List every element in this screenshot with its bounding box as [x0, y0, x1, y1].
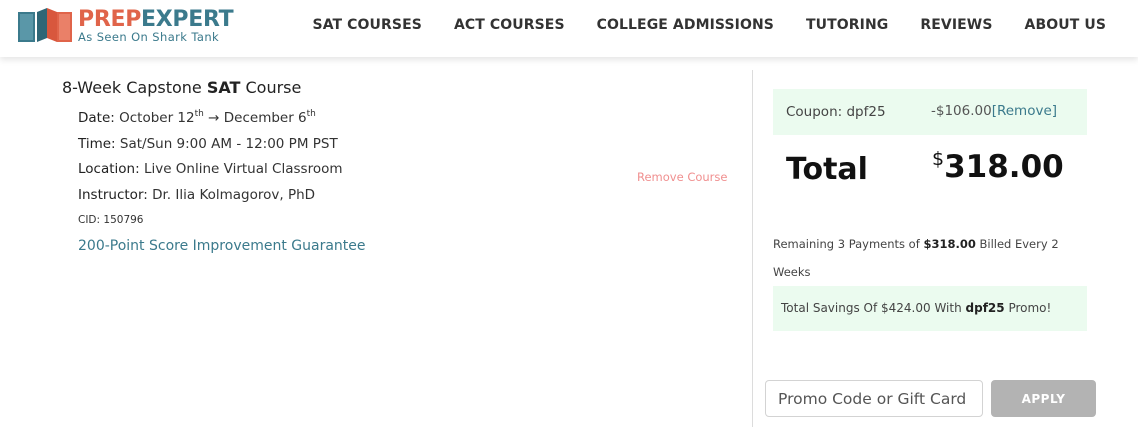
- column-divider: [752, 70, 753, 427]
- apply-button[interactable]: APPLY: [991, 380, 1096, 417]
- prepexpert-logo[interactable]: PREPEXPERT As Seen On Shark Tank: [17, 6, 237, 46]
- nav-about-us[interactable]: ABOUT US: [1025, 17, 1106, 33]
- nav-reviews[interactable]: REVIEWS: [920, 17, 992, 33]
- coupon-amount-row: -$106.00[Remove]: [931, 103, 1057, 119]
- payment-schedule: Remaining 3 Payments of $318.00 Billed E…: [773, 237, 1059, 279]
- course-date: Date: October 12th → December 6th: [78, 109, 316, 127]
- coupon-applied: Coupon: dpf25 -$106.00[Remove]: [773, 89, 1087, 135]
- brand-wordmark: PREPEXPERT: [78, 7, 234, 32]
- course-instructor: Instructor: Dr. Ilia Kolmagorov, PhD: [78, 186, 316, 203]
- course-time: Time: Sat/Sun 9:00 AM - 12:00 PM PST: [78, 135, 338, 152]
- main-nav: SAT COURSES ACT COURSES COLLEGE ADMISSIO…: [281, 17, 1106, 33]
- coupon-amount: -$106.00: [931, 103, 992, 119]
- coupon-label: Coupon: dpf25: [786, 104, 886, 120]
- total-label: Total: [786, 152, 868, 187]
- total-value: $318.00: [932, 148, 1064, 185]
- course-details: 8-Week Capstone SAT Course Date: October…: [62, 78, 742, 259]
- guarantee-link[interactable]: 200-Point Score Improvement Guarantee: [78, 233, 742, 259]
- remove-course-link[interactable]: Remove Course: [637, 170, 727, 184]
- course-title: 8-Week Capstone SAT Course: [62, 78, 302, 97]
- nav-tutoring[interactable]: TUTORING: [806, 17, 888, 33]
- coupon-remove-link[interactable]: [Remove]: [992, 103, 1057, 119]
- books-logo-icon: [18, 8, 72, 42]
- nav-college-admissions[interactable]: COLLEGE ADMISSIONS: [597, 17, 774, 33]
- course-cid: CID: 150796: [78, 214, 144, 226]
- nav-sat-courses[interactable]: SAT COURSES: [313, 17, 422, 33]
- promo-code-input[interactable]: [765, 380, 983, 417]
- savings-banner: Total Savings Of $424.00 With dpf25 Prom…: [773, 286, 1087, 331]
- nav-act-courses[interactable]: ACT COURSES: [454, 17, 565, 33]
- brand-tagline: As Seen On Shark Tank: [78, 30, 220, 44]
- site-header: PREPEXPERT As Seen On Shark Tank SAT COU…: [0, 0, 1138, 57]
